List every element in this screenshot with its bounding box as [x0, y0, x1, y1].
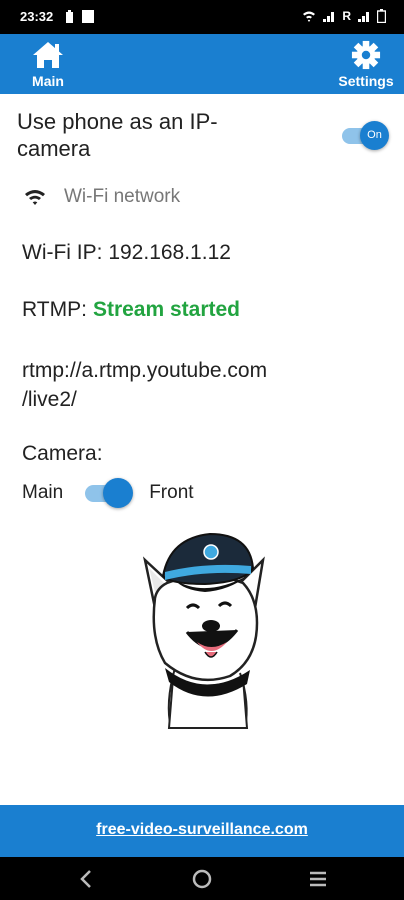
- signal-icon: [323, 12, 335, 22]
- main-tab-label: Main: [32, 73, 64, 89]
- system-nav-bar: [0, 857, 404, 900]
- signal-icon-2: [358, 12, 369, 22]
- notification-icon: [66, 10, 73, 23]
- wifi-icon: [25, 190, 45, 205]
- camera-selector: Main Front: [22, 478, 194, 508]
- rtmp-status: Stream started: [92, 298, 241, 321]
- rtmp-url-line2: /live2/: [22, 388, 77, 411]
- app-header: Main Settings: [0, 34, 404, 94]
- wifi-ip-text: Wi-Fi IP: 192.168.1.12: [22, 241, 231, 264]
- footer-bar: free-video-surveillance.com: [0, 805, 404, 857]
- notification-square-icon: [82, 10, 94, 23]
- ip-camera-toggle[interactable]: On: [340, 120, 390, 150]
- home-icon: [33, 42, 63, 68]
- nav-recents-button[interactable]: [298, 865, 338, 893]
- battery-icon: [377, 9, 386, 23]
- toggle-thumb: On: [360, 121, 389, 150]
- home-circle-icon: [192, 869, 212, 889]
- website-link[interactable]: free-video-surveillance.com: [96, 821, 308, 839]
- rtmp-row: RTMP: Stream started: [22, 298, 240, 322]
- rtmp-url: rtmp://a.rtmp.youtube.com /live2/: [22, 356, 267, 414]
- rtmp-url-line1: rtmp://a.rtmp.youtube.com: [22, 359, 268, 382]
- status-icons: R: [302, 9, 386, 23]
- nav-home-button[interactable]: [182, 865, 222, 893]
- wifi-network-label: Wi-Fi network: [64, 186, 181, 207]
- back-icon: [80, 870, 91, 888]
- nav-back-button[interactable]: [66, 865, 106, 893]
- rtmp-label: RTMP:: [22, 298, 87, 321]
- roaming-icon: R: [342, 9, 351, 23]
- wifi-network-row: Wi-Fi network: [24, 186, 180, 208]
- status-bar: 23:32 R: [0, 0, 404, 34]
- camera-toggle-thumb: [103, 478, 134, 508]
- dog-mascot-icon: [142, 532, 265, 729]
- settings-label: Settings: [338, 73, 394, 89]
- camera-option-front[interactable]: Front: [149, 482, 193, 504]
- main-tab-button[interactable]: Main: [8, 34, 88, 94]
- camera-label: Camera:: [22, 442, 103, 465]
- camera-toggle[interactable]: [83, 478, 139, 508]
- gear-icon: [351, 40, 381, 70]
- camera-option-main[interactable]: Main: [22, 482, 63, 504]
- use-phone-label: Use phone as an IP-camera: [17, 109, 218, 161]
- status-time: 23:32: [20, 9, 54, 24]
- recents-icon: [310, 871, 326, 887]
- wifi-status-icon: [303, 11, 316, 22]
- settings-button[interactable]: Settings: [326, 34, 404, 94]
